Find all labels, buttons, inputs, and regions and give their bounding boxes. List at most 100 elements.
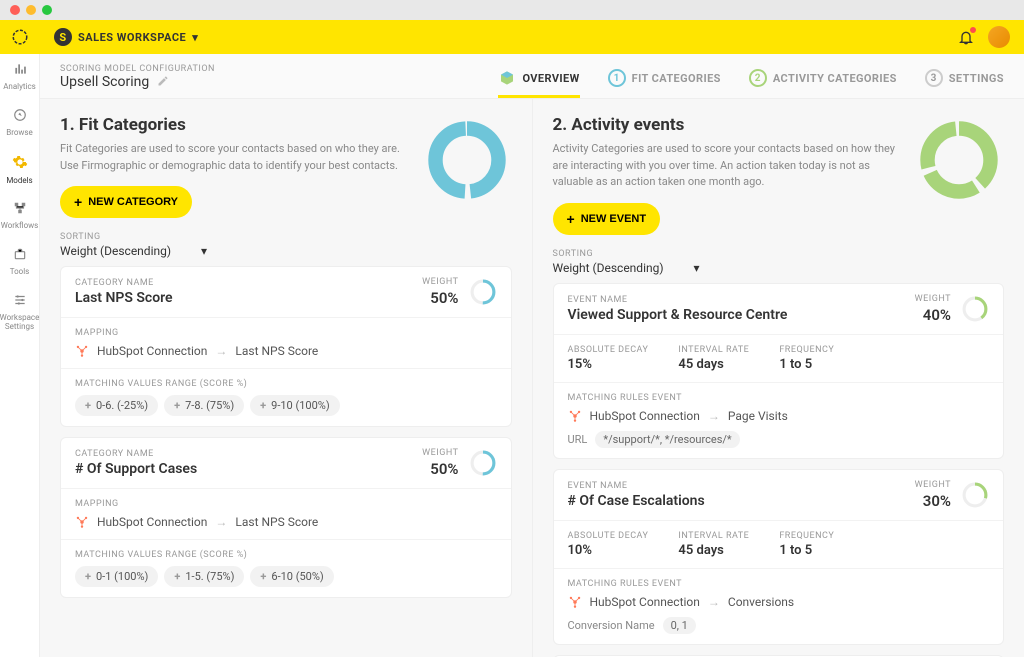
window-chrome <box>0 0 1024 20</box>
interval-value: 45 days <box>678 357 749 372</box>
category-name-label: CATEGORY NAME <box>75 449 422 459</box>
activity-section-desc: Activity Categories are used to score yo… <box>553 141 899 191</box>
maximize-window-button[interactable] <box>42 5 52 15</box>
new-event-button[interactable]: + NEW EVENT <box>553 203 661 235</box>
sorting-label: SORTING <box>60 232 512 242</box>
category-name: # Of Support Cases <box>75 461 422 477</box>
activity-events-column: 2. Activity events Activity Categories a… <box>532 99 1024 657</box>
freq-value: 1 to 5 <box>779 357 834 372</box>
freq-label: FREQUENCY <box>779 531 834 541</box>
sorting-label: SORTING <box>553 249 1005 259</box>
sidebar-item-tools[interactable]: Tools <box>0 239 40 285</box>
mapping-target: Last NPS Score <box>235 515 318 529</box>
range-pill[interactable]: +6-10 (50%) <box>250 566 333 587</box>
app-logo[interactable] <box>0 20 40 54</box>
button-label: NEW CATEGORY <box>88 196 178 208</box>
fit-section-desc: Fit Categories are used to score your co… <box>60 141 406 174</box>
topbar: S SALES WORKSPACE ▾ <box>40 20 1024 54</box>
tab-label: FIT CATEGORIES <box>632 72 721 85</box>
fit-section-title: 1. Fit Categories <box>60 115 406 135</box>
range-value: 0-6. (-25%) <box>96 399 148 412</box>
new-category-button[interactable]: + NEW CATEGORY <box>60 186 192 218</box>
sidebar-item-analytics[interactable]: Analytics <box>0 54 40 100</box>
edit-title-button[interactable] <box>157 75 169 90</box>
weight-ring-icon <box>961 295 989 323</box>
event-name-label: EVENT NAME <box>568 295 915 305</box>
conversion-label: Conversion Name <box>568 619 655 632</box>
tab-fit-categories[interactable]: 1 FIT CATEGORIES <box>608 69 721 98</box>
range-pill[interactable]: +9-10 (100%) <box>250 395 340 416</box>
notifications-button[interactable] <box>954 25 978 49</box>
tab-label: SETTINGS <box>949 72 1004 85</box>
user-avatar[interactable] <box>988 26 1010 48</box>
plus-icon: + <box>260 570 266 583</box>
weight-value: 50% <box>422 460 458 478</box>
plus-icon: + <box>174 570 180 583</box>
fit-weight-donut <box>422 115 512 205</box>
decay-label: ABSOLUTE DECAY <box>568 531 649 541</box>
sidebar-item-models[interactable]: Models <box>0 146 40 194</box>
plus-icon: + <box>567 211 575 227</box>
weight-ring-icon <box>961 481 989 509</box>
weight-label: WEIGHT <box>915 480 951 490</box>
sidebar-item-workspace-settings[interactable]: Workspace Settings <box>0 285 40 340</box>
event-name: # Of Case Escalations <box>568 493 915 509</box>
sidebar-item-browse[interactable]: Browse <box>0 100 40 146</box>
arrow-right-icon: → <box>708 595 720 609</box>
sidebar-item-label: Models <box>6 177 32 186</box>
fit-categories-column: 1. Fit Categories Fit Categories are use… <box>40 99 532 657</box>
range-pill[interactable]: +1-5. (75%) <box>164 566 244 587</box>
mapping-row: HubSpot Connection → Last NPS Score <box>75 515 497 529</box>
interval-label: INTERVAL RATE <box>678 531 749 541</box>
weight-label: WEIGHT <box>422 448 458 458</box>
sidebar-item-label: Browse <box>6 129 33 138</box>
rules-row: HubSpot Connection → Conversions <box>568 595 990 609</box>
workspace-selector[interactable]: S SALES WORKSPACE ▾ <box>54 28 198 46</box>
range-value: 6-10 (50%) <box>271 570 323 583</box>
tab-label: ACTIVITY CATEGORIES <box>773 72 897 85</box>
arrow-right-icon: → <box>708 409 720 423</box>
rules-row: HubSpot Connection → Page Visits <box>568 409 990 423</box>
sidebar-item-label: Tools <box>10 268 30 277</box>
fit-category-card[interactable]: CATEGORY NAME # Of Support Cases WEIGHT … <box>60 437 512 598</box>
close-window-button[interactable] <box>10 5 20 15</box>
mapping-source: HubSpot Connection <box>97 344 207 358</box>
step-2-icon: 2 <box>749 69 767 87</box>
compass-icon <box>13 108 27 126</box>
hubspot-icon <box>75 344 89 358</box>
tab-settings[interactable]: 3 SETTINGS <box>925 69 1004 98</box>
analytics-icon <box>13 62 27 80</box>
range-label: MATCHING VALUES RANGE (SCORE %) <box>75 379 497 389</box>
range-pill[interactable]: +0-1 (100%) <box>75 566 158 587</box>
fit-sorting-select[interactable]: Weight (Descending) ▾ <box>60 244 512 258</box>
button-label: NEW EVENT <box>581 213 646 225</box>
plus-icon: + <box>260 399 266 412</box>
interval-label: INTERVAL RATE <box>678 345 749 355</box>
sorting-value: Weight (Descending) <box>60 244 171 258</box>
range-value: 1-5. (75%) <box>185 570 234 583</box>
gear-icon <box>12 154 28 174</box>
sidebar-item-workflows[interactable]: Workflows <box>0 193 40 239</box>
tab-overview[interactable]: OVERVIEW <box>498 69 579 98</box>
workspace-icon: S <box>54 28 72 46</box>
arrow-right-icon: → <box>215 515 227 529</box>
range-label: MATCHING VALUES RANGE (SCORE %) <box>75 550 497 560</box>
chevron-down-icon: ▾ <box>201 244 207 258</box>
tab-activity-categories[interactable]: 2 ACTIVITY CATEGORIES <box>749 69 897 98</box>
activity-section-title: 2. Activity events <box>553 115 899 135</box>
activity-sorting-select[interactable]: Weight (Descending) ▾ <box>553 261 1005 275</box>
range-pill[interactable]: +7-8. (75%) <box>164 395 244 416</box>
mapping-label: MAPPING <box>75 328 497 338</box>
activity-event-card[interactable]: EVENT NAME Viewed Support & Resource Cen… <box>553 283 1005 459</box>
cube-icon <box>498 69 516 87</box>
activity-event-card[interactable]: EVENT NAME # Of Case Escalations WEIGHT … <box>553 469 1005 645</box>
event-name: Viewed Support & Resource Centre <box>568 307 915 323</box>
weight-value: 50% <box>422 289 458 307</box>
activity-weight-donut <box>914 115 1004 205</box>
interval-value: 45 days <box>678 543 749 558</box>
fit-category-card[interactable]: CATEGORY NAME Last NPS Score WEIGHT 50% <box>60 266 512 427</box>
subheader: SCORING MODEL CONFIGURATION Upsell Scori… <box>40 54 1024 99</box>
minimize-window-button[interactable] <box>26 5 36 15</box>
range-value: 9-10 (100%) <box>271 399 330 412</box>
range-pill[interactable]: +0-6. (-25%) <box>75 395 158 416</box>
